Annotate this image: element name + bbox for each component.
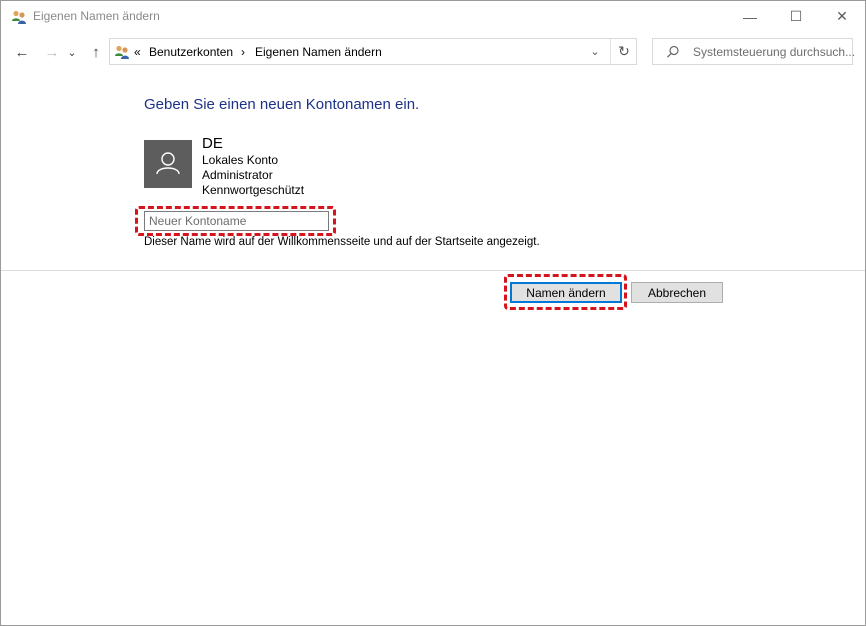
divider [1, 270, 865, 271]
user-avatar-icon [144, 140, 192, 188]
users-icon [11, 9, 27, 25]
account-role: Administrator [202, 168, 273, 182]
breadcrumb-overflow[interactable]: « [134, 45, 141, 59]
up-arrow-icon[interactable]: ↑ [85, 41, 107, 63]
breadcrumb-item-benutzerkonten[interactable]: Benutzerkonten [149, 45, 233, 59]
search-placeholder: Systemsteuerung durchsuch... [693, 45, 856, 59]
title-bar: Eigenen Namen ändern — ☐ ✕ [1, 1, 865, 32]
name-hint-text: Dieser Name wird auf der Willkommensseit… [144, 236, 540, 248]
window-title: Eigenen Namen ändern [33, 9, 160, 23]
account-type: Lokales Konto [202, 153, 279, 167]
minimize-button[interactable]: — [727, 1, 773, 32]
address-dropdown-chevron-down-icon[interactable]: ⌄ [582, 39, 608, 64]
account-password-status: Kennwortgeschützt [202, 183, 305, 197]
maximize-button[interactable]: ☐ [773, 1, 819, 32]
back-arrow-icon[interactable]: ← [11, 41, 33, 63]
address-bar[interactable]: « Benutzerkonten › Eigenen Namen ändern … [109, 38, 637, 65]
window: Eigenen Namen ändern — ☐ ✕ ← → ⌄ ↑ « Ben… [0, 0, 866, 626]
close-button[interactable]: ✕ [819, 1, 865, 32]
forward-arrow-icon[interactable]: → [41, 41, 63, 63]
refresh-icon[interactable]: ↻ [610, 39, 637, 64]
search-icon [666, 45, 680, 64]
new-account-name-input[interactable] [144, 211, 329, 231]
search-box[interactable]: Systemsteuerung durchsuch... [652, 38, 856, 65]
account-name: DE [202, 135, 223, 152]
page-heading: Geben Sie einen neuen Kontonamen ein. [144, 96, 420, 113]
breadcrumb-separator: › [241, 45, 245, 59]
breadcrumb-item-eigenen-namen[interactable]: Eigenen Namen ändern [255, 45, 382, 59]
users-icon [114, 44, 130, 60]
recent-locations-chevron-down-icon[interactable]: ⌄ [64, 41, 80, 63]
cancel-button[interactable]: Abbrechen [631, 282, 723, 303]
rename-button[interactable]: Namen ändern [510, 282, 622, 303]
